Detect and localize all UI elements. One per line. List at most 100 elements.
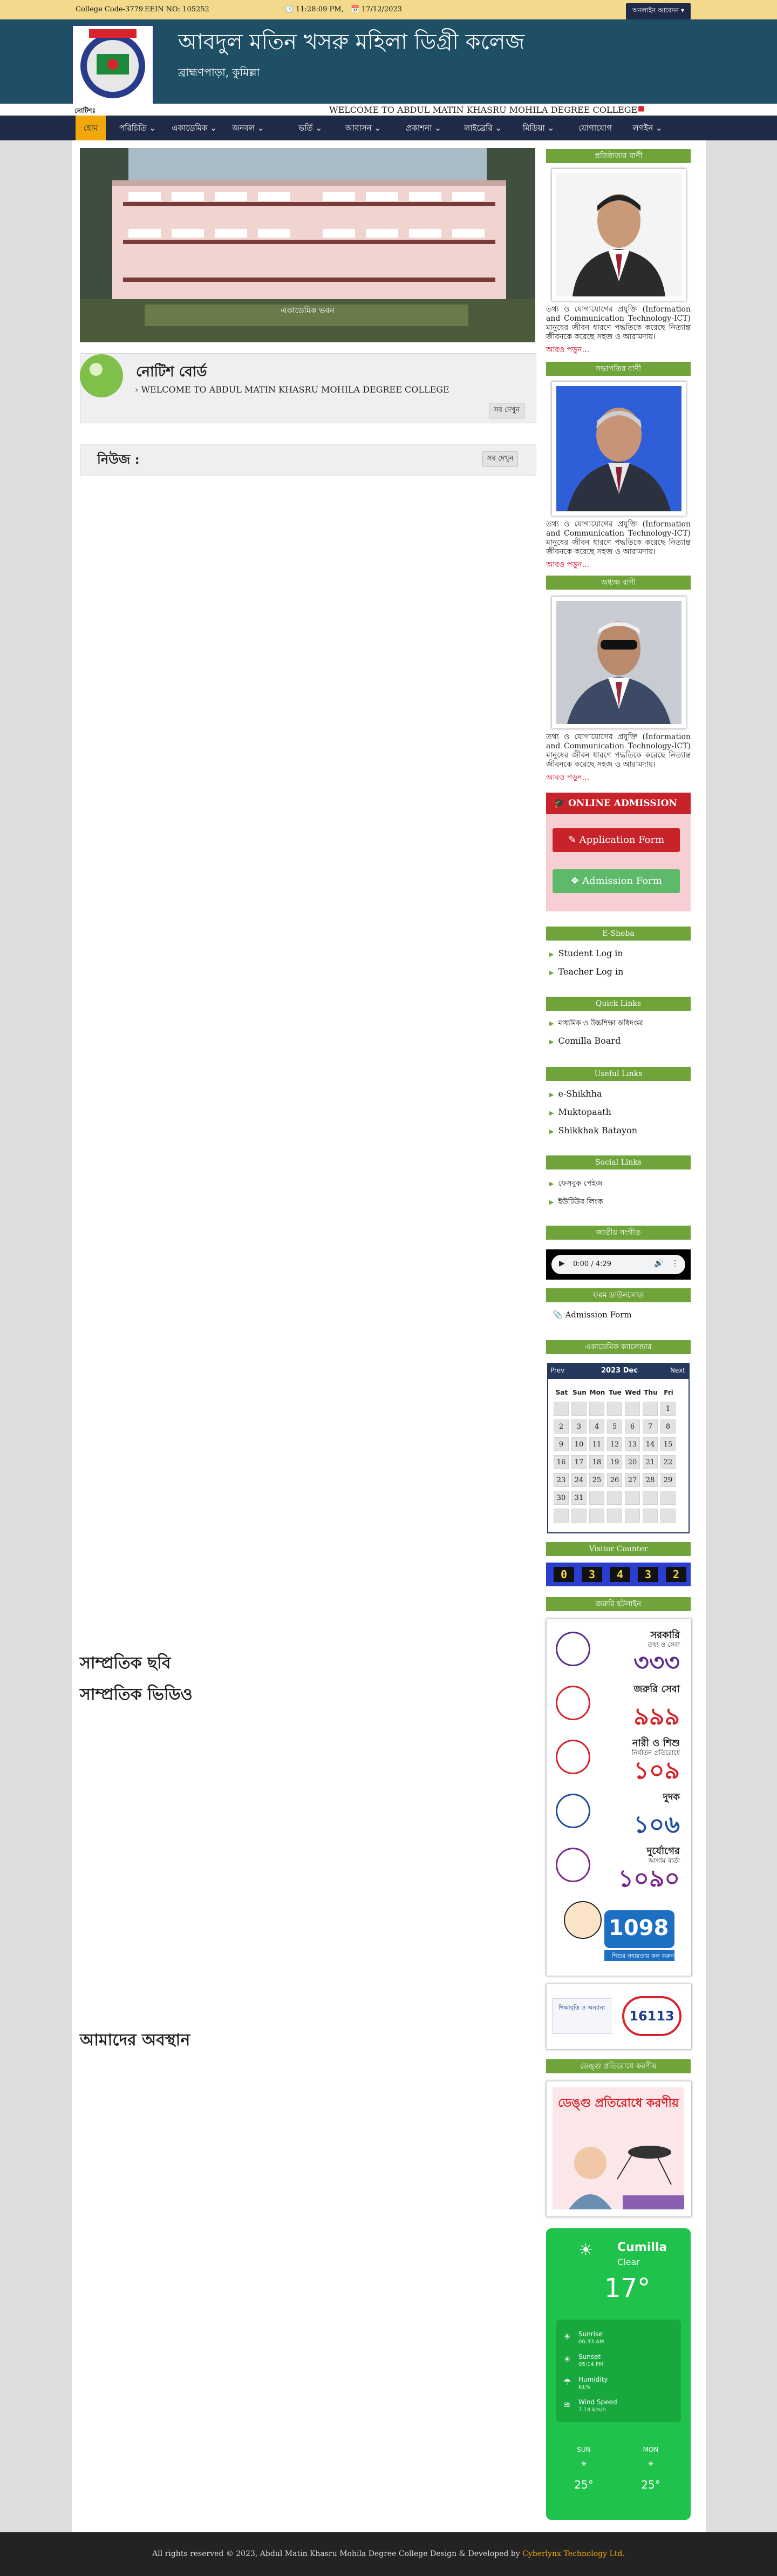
hero-slider[interactable]: একাডেমিক ভবন <box>80 148 535 342</box>
calendar-day[interactable]: 13 <box>625 1437 640 1451</box>
clock-icon: 🕓 <box>285 5 294 13</box>
scholarship-banner[interactable]: শিক্ষাবৃত্তি ও অন্যান্য 16113 <box>546 1984 692 2050</box>
youtube-link[interactable]: ▶ ইউটিউব লিংক <box>549 1195 603 1208</box>
calendar-day[interactable]: 14 <box>643 1437 658 1451</box>
calendar-day[interactable]: 2 <box>554 1419 569 1434</box>
calendar-day[interactable]: 6 <box>625 1419 640 1434</box>
weather-row-label: Sunrise <box>578 2330 603 2338</box>
facebook-page-link[interactable]: ▶ ফেসবুক পেইজ <box>549 1177 603 1190</box>
online-apply-button[interactable]: অনলাইন আবেদন ▾ <box>626 3 691 19</box>
calendar-day[interactable]: 25 <box>589 1473 604 1487</box>
calendar-day[interactable]: 3 <box>571 1419 587 1434</box>
calendar-day[interactable]: 28 <box>643 1473 658 1487</box>
useful-link-shikkhak-batayon[interactable]: ▶ Shikkhak Batayon <box>549 1125 637 1135</box>
child-helpline-banner[interactable]: 1098 শিশুর সহায়তায় কল করুন <box>556 1894 680 1964</box>
calendar-day[interactable]: 27 <box>625 1473 640 1487</box>
nav-library[interactable]: লাইব্রেরি ⌄ <box>459 116 507 140</box>
mosquito-illustration-icon <box>569 2146 684 2209</box>
calendar-day <box>625 1509 640 1523</box>
application-form-button[interactable]: ✎ Application Form <box>553 828 680 852</box>
hotline-label: জরুরি সেবা <box>633 1683 680 1695</box>
academic-calendar-heading: একাডেমিক ক্যালেন্ডার <box>546 1340 691 1354</box>
college-title: আবদুল মতিন খসরু মহিলা ডিগ্রী কলেজ <box>178 30 525 55</box>
calendar-day[interactable]: 7 <box>643 1419 658 1434</box>
child-helpline-number: 1098 <box>609 1916 669 1941</box>
calendar-day[interactable]: 5 <box>607 1419 622 1434</box>
calendar-day[interactable]: 15 <box>660 1437 676 1451</box>
scholarship-label: শিক্ষাবৃত্তি ও অন্যান্য <box>552 1998 611 2034</box>
chairman-message-heading: সভাপতির বাণী <box>546 362 691 376</box>
sun-icon: ☀ <box>578 2241 593 2260</box>
calendar-day[interactable]: 20 <box>625 1455 640 1469</box>
calendar-day <box>589 1402 604 1416</box>
principal-read-more[interactable]: আরও পড়ুন... <box>546 771 589 784</box>
audio-player[interactable]: ▶ 0:00 / 4:29 🔊 ⋮ <box>551 1255 685 1274</box>
calendar-day[interactable]: 29 <box>660 1473 676 1487</box>
hotline-number[interactable]: ১০৬ <box>594 1807 680 1846</box>
ticker-text[interactable]: WELCOME TO ABDUL MATIN KHASRU MOHILA DEG… <box>329 105 637 115</box>
audio-time: 0:00 / 4:29 <box>573 1260 612 1268</box>
nav-introduction[interactable]: পরিচিতি ⌄ <box>113 116 162 140</box>
calendar-day[interactable]: 4 <box>589 1419 604 1434</box>
nav-media[interactable]: মিডিয়া ⌄ <box>517 116 560 140</box>
calendar-day[interactable]: 26 <box>607 1473 622 1487</box>
calendar-day[interactable]: 21 <box>643 1455 658 1469</box>
calendar-day[interactable]: 8 <box>660 1419 676 1434</box>
calendar-prev[interactable]: Prev <box>550 1367 564 1374</box>
hotline-number[interactable]: ৯৯৯ <box>594 1699 680 1738</box>
calendar-day[interactable]: 9 <box>554 1437 569 1451</box>
chairman-read-more[interactable]: আরও পড়ুন... <box>546 558 589 571</box>
notice-view-all-button[interactable]: সব দেখুন <box>489 403 525 418</box>
logo-emblem-icon <box>73 26 153 104</box>
nav-login[interactable]: লগইন ⌄ <box>626 116 669 140</box>
calendar-day[interactable]: 10 <box>571 1437 587 1451</box>
play-icon[interactable]: ▶ <box>559 1259 565 1268</box>
calendar-day <box>571 1509 587 1523</box>
chevron-down-icon: ⌄ <box>434 123 441 133</box>
dengue-banner[interactable]: ডেঙ্গু প্রতিরোধে করণীয় <box>553 2087 684 2209</box>
hotline-number[interactable]: ১০৯ <box>594 1753 680 1792</box>
caret-right-icon: ▶ <box>549 1110 554 1117</box>
quick-link-dshe[interactable]: ▶ মাধ্যমিক ও উচ্চশিক্ষা অধিদপ্তর <box>549 1018 643 1030</box>
calendar-weekday: Sun <box>572 1389 587 1396</box>
volume-icon[interactable]: 🔊 <box>654 1259 663 1268</box>
calendar-day[interactable]: 12 <box>607 1437 622 1451</box>
hotline-number[interactable]: ৩৩৩ <box>594 1645 680 1684</box>
more-options-icon[interactable]: ⋮ <box>671 1259 679 1268</box>
chevron-down-icon: ⌄ <box>257 123 264 133</box>
chairman-photo <box>556 386 681 511</box>
online-admission-header: 🎓 ONLINE ADMISSION <box>546 793 691 814</box>
calendar-day[interactable]: 1 <box>660 1402 676 1416</box>
nav-manpower[interactable]: জনবল ⌄ <box>227 116 270 140</box>
nav-admission[interactable]: ভর্তি ⌄ <box>291 116 329 140</box>
admission-form-download[interactable]: 📎 Admission Form <box>553 1310 632 1320</box>
useful-link-muktopaath[interactable]: ▶ Muktopaath <box>549 1107 611 1117</box>
founder-read-more[interactable]: আরও পড়ুন... <box>546 343 589 356</box>
calendar-day[interactable]: 16 <box>554 1455 569 1469</box>
news-view-all-button[interactable]: সব দেখুন <box>482 451 519 467</box>
student-login-link[interactable]: ▶ Student Log in <box>549 948 623 958</box>
calendar-day[interactable]: 22 <box>660 1455 676 1469</box>
calendar-next[interactable]: Next <box>670 1367 685 1374</box>
calendar-day[interactable]: 17 <box>571 1455 587 1469</box>
calendar-day[interactable]: 30 <box>554 1491 569 1505</box>
notice-item[interactable]: › WELCOME TO ABDUL MATIN KHASRU MOHILA D… <box>135 384 449 395</box>
nav-accommodation[interactable]: আবাসন ⌄ <box>339 116 387 140</box>
nav-academic[interactable]: একাডেমিক ⌄ <box>167 116 221 140</box>
nav-home[interactable]: হোম <box>76 116 106 140</box>
top-bar: College Code-3779 EEIN NO: 105252 🕓 11:2… <box>0 0 777 19</box>
calendar-day[interactable]: 23 <box>554 1473 569 1487</box>
developer-link[interactable]: Cyberlynx Technology Ltd. <box>522 2550 625 2558</box>
calendar-day[interactable]: 19 <box>607 1455 622 1469</box>
calendar-day[interactable]: 18 <box>589 1455 604 1469</box>
quick-link-comilla-board[interactable]: ▶ Comilla Board <box>549 1036 621 1046</box>
admission-form-button[interactable]: ❖ Admission Form <box>553 869 680 893</box>
calendar-day[interactable]: 11 <box>589 1437 604 1451</box>
nav-contact[interactable]: যোগাযোগ <box>571 116 619 140</box>
college-logo[interactable] <box>72 25 154 105</box>
calendar-day[interactable]: 24 <box>571 1473 587 1487</box>
useful-link-eshikhha[interactable]: ▶ e-Shikhha <box>549 1088 602 1099</box>
teacher-login-link[interactable]: ▶ Teacher Log in <box>549 966 623 977</box>
nav-publication[interactable]: প্রকাশনা ⌄ <box>399 116 448 140</box>
calendar-day[interactable]: 31 <box>571 1491 587 1505</box>
